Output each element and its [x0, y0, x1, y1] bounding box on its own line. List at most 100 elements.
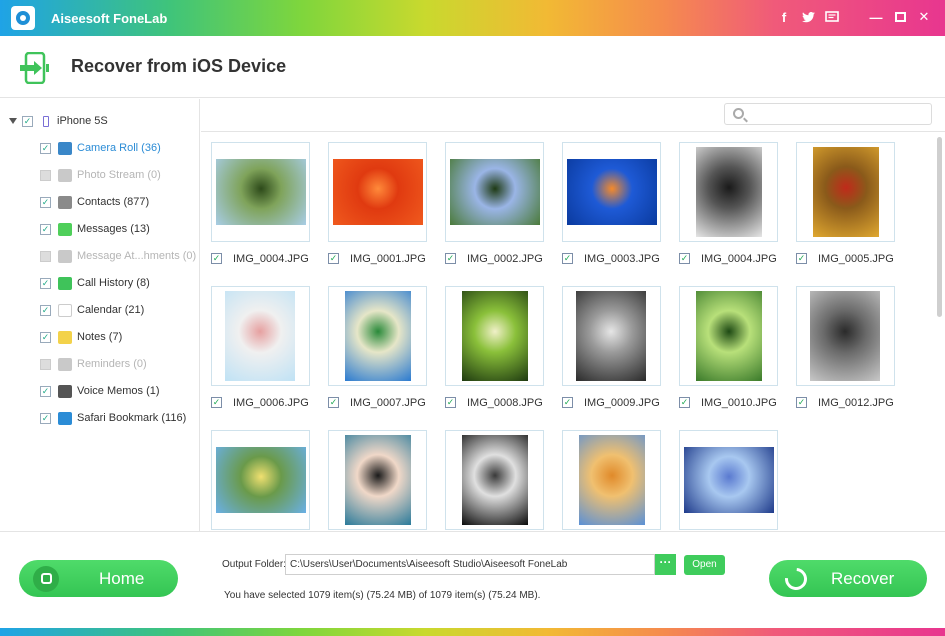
photo-frame[interactable]	[679, 142, 778, 242]
photo-checkbox[interactable]: ✓	[211, 253, 222, 264]
photo-tile[interactable]: ✓ IMG_0010.JPG	[679, 286, 778, 409]
photo-tile[interactable]: ✓ IMG_0003.JPG	[562, 142, 661, 265]
browse-button[interactable]: ···	[655, 554, 676, 575]
photo-frame[interactable]	[211, 142, 310, 242]
photo-checkbox[interactable]: ✓	[211, 397, 222, 408]
photo-frame[interactable]	[796, 286, 895, 386]
search-input[interactable]	[749, 106, 927, 122]
feedback-icon[interactable]	[823, 8, 841, 26]
sidebar-item-checkbox[interactable]: ✓	[40, 196, 51, 208]
photo-frame[interactable]	[211, 286, 310, 386]
open-button[interactable]: Open	[684, 555, 725, 575]
sidebar-item[interactable]: ✓ Safari Bookmark (116)	[40, 409, 186, 427]
photo-filename: IMG_0010.JPG	[701, 396, 777, 409]
photo-tile[interactable]: ✓ IMG_0006.JPG	[211, 286, 310, 409]
photo-grid: ✓ IMG_0004.JPG ✓ IMG_0001.JPG ✓ IMG_0002.JPG ✓…	[201, 131, 945, 531]
facebook-icon[interactable]: f	[775, 8, 793, 26]
close-icon[interactable]: ✕	[915, 8, 933, 26]
photo-tile[interactable]: ✓ IMG_0004.JPG	[679, 142, 778, 265]
photo-tile[interactable]	[445, 430, 544, 530]
photo-tile[interactable]: ✓ IMG_0007.JPG	[328, 286, 427, 409]
calendar-icon	[58, 303, 72, 317]
photo-tile[interactable]: ✓ IMG_0002.JPG	[445, 142, 544, 265]
photo-frame[interactable]	[328, 430, 427, 530]
sidebar-item-checkbox[interactable]: ✓	[40, 142, 51, 154]
photo-frame[interactable]	[562, 430, 661, 530]
photo-frame[interactable]	[679, 286, 778, 386]
photo-filename: IMG_0007.JPG	[350, 396, 426, 409]
photo-tile[interactable]: ✓ IMG_0012.JPG	[796, 286, 895, 409]
device-node[interactable]: ✓ iPhone 5S	[9, 113, 108, 129]
recover-button[interactable]: Recover	[769, 560, 927, 597]
photo-frame[interactable]	[328, 142, 427, 242]
sidebar-item-checkbox[interactable]: ✓	[40, 223, 51, 235]
photo-frame[interactable]	[328, 286, 427, 386]
sidebar-item[interactable]: Photo Stream (0)	[40, 166, 161, 184]
home-button[interactable]: Home	[19, 560, 178, 597]
sidebar-item[interactable]: ✓ Messages (13)	[40, 220, 150, 238]
photo-frame[interactable]	[445, 142, 544, 242]
photo-checkbox[interactable]: ✓	[445, 397, 456, 408]
photo-tile[interactable]	[328, 430, 427, 530]
photo-checkbox[interactable]: ✓	[679, 397, 690, 408]
sidebar-item[interactable]: ✓ Camera Roll (36)	[40, 139, 161, 157]
photo-caption: ✓ IMG_0001.JPG	[328, 252, 427, 265]
photo-tile[interactable]	[562, 430, 661, 530]
sidebar-item[interactable]: ✓ Call History (8)	[40, 274, 150, 292]
sidebar-item-checkbox[interactable]: ✓	[40, 331, 51, 343]
photo-tile[interactable]	[679, 430, 778, 530]
expand-triangle-icon[interactable]	[9, 118, 17, 124]
photo-checkbox[interactable]: ✓	[445, 253, 456, 264]
sidebar-item[interactable]: ✓ Voice Memos (1)	[40, 382, 160, 400]
photo-thumbnail	[695, 147, 762, 237]
maximize-icon[interactable]	[891, 8, 909, 26]
photo-frame[interactable]	[562, 286, 661, 386]
photo-frame[interactable]	[445, 430, 544, 530]
sidebar-item[interactable]: ✓ Notes (7)	[40, 328, 122, 346]
photo-tile[interactable]: ✓ IMG_0004.JPG	[211, 142, 310, 265]
minimize-icon[interactable]: —	[867, 8, 885, 26]
photo-filename: IMG_0006.JPG	[233, 396, 309, 409]
photo-tile[interactable]: ✓ IMG_0001.JPG	[328, 142, 427, 265]
twitter-icon[interactable]	[799, 8, 817, 26]
photo-checkbox[interactable]: ✓	[796, 253, 807, 264]
photo-checkbox[interactable]: ✓	[328, 253, 339, 264]
device-checkbox[interactable]: ✓	[22, 115, 33, 127]
search-box[interactable]	[724, 103, 932, 125]
sidebar-item-checkbox[interactable]	[40, 169, 51, 181]
photo-checkbox[interactable]: ✓	[328, 397, 339, 408]
photo-frame[interactable]	[445, 286, 544, 386]
photo-thumbnail	[344, 291, 411, 381]
sidebar-item-checkbox[interactable]: ✓	[40, 385, 51, 397]
photo-frame[interactable]	[211, 430, 310, 530]
photo-tile[interactable]: ✓ IMG_0009.JPG	[562, 286, 661, 409]
sidebar-item-checkbox[interactable]	[40, 358, 51, 370]
photo-frame[interactable]	[562, 142, 661, 242]
sidebar-item[interactable]: Reminders (0)	[40, 355, 147, 373]
photo-frame[interactable]	[679, 430, 778, 530]
photo-tile[interactable]	[211, 430, 310, 530]
sidebar-item-label: Message At...hments (0)	[77, 250, 197, 262]
photo-checkbox[interactable]: ✓	[796, 397, 807, 408]
photo-checkbox[interactable]: ✓	[562, 397, 573, 408]
sidebar-item-checkbox[interactable]: ✓	[40, 412, 51, 424]
photo-tile[interactable]: ✓ IMG_0008.JPG	[445, 286, 544, 409]
photo-checkbox[interactable]: ✓	[562, 253, 573, 264]
sidebar-item[interactable]: ✓ Contacts (877)	[40, 193, 149, 211]
sidebar-item-checkbox[interactable]: ✓	[40, 304, 51, 316]
sidebar-item[interactable]: Message At...hments (0)	[40, 247, 196, 265]
sidebar-item-checkbox[interactable]	[40, 250, 51, 262]
photo-caption: ✓ IMG_0003.JPG	[562, 252, 661, 265]
vertical-scrollbar[interactable]	[937, 137, 942, 317]
sidebar-item-checkbox[interactable]: ✓	[40, 277, 51, 289]
photo-frame[interactable]	[796, 142, 895, 242]
photo-filename: IMG_0003.JPG	[584, 252, 660, 265]
photo-filename: IMG_0001.JPG	[350, 252, 426, 265]
photo-caption: ✓ IMG_0006.JPG	[211, 396, 310, 409]
category-sidebar: ✓ iPhone 5S ✓ Camera Roll (36) Photo Strea…	[0, 99, 200, 531]
sidebar-item[interactable]: ✓ Calendar (21)	[40, 301, 144, 319]
photo-tile[interactable]: ✓ IMG_0005.JPG	[796, 142, 895, 265]
photo-checkbox[interactable]: ✓	[679, 253, 690, 264]
output-folder-field[interactable]: C:\Users\User\Documents\Aiseesoft Studio…	[285, 554, 655, 575]
notes-icon	[58, 330, 72, 344]
